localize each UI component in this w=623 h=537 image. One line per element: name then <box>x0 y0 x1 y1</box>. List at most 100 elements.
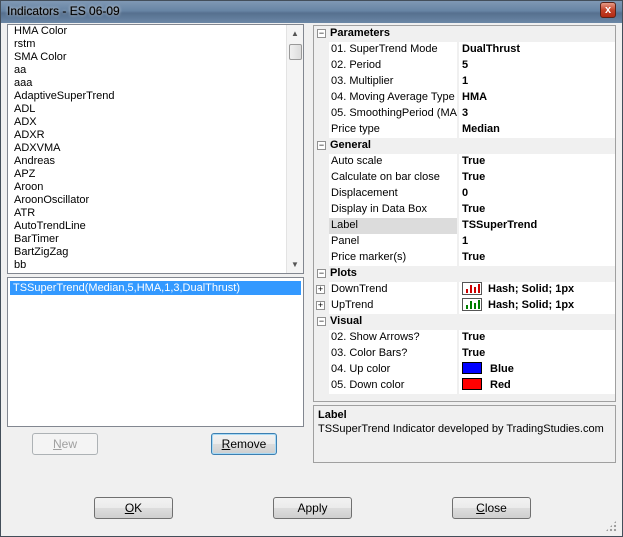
property-row[interactable]: Auto scale True <box>314 154 615 170</box>
property-row[interactable]: + DownTrend Hash; Solid; 1px <box>314 282 615 298</box>
indicator-list-item[interactable]: aaa <box>8 77 286 90</box>
property-value[interactable]: Blue <box>459 362 615 378</box>
apply-button[interactable]: Apply <box>273 497 352 519</box>
property-name[interactable]: Price marker(s) <box>329 250 458 266</box>
close-window-button[interactable]: x <box>600 2 616 18</box>
property-name[interactable]: DownTrend <box>329 282 458 298</box>
property-name[interactable]: Displacement <box>329 186 458 202</box>
property-row[interactable]: 04. Moving Average Type HMA <box>314 90 615 106</box>
property-row[interactable]: 05. SmoothingPeriod (MA 3 <box>314 106 615 122</box>
property-row[interactable]: Displacement 0 <box>314 186 615 202</box>
property-row[interactable]: Calculate on bar close True <box>314 170 615 186</box>
indicator-list-item[interactable]: BarTimer <box>8 233 286 246</box>
property-value[interactable]: 0 <box>459 186 615 202</box>
category-general[interactable]: − General <box>314 138 615 154</box>
ok-button[interactable]: OK <box>94 497 173 519</box>
indicator-list-item[interactable]: rstm <box>8 38 286 51</box>
property-name[interactable]: Label <box>329 218 458 234</box>
property-name[interactable]: Panel <box>329 234 458 250</box>
property-name[interactable]: 04. Moving Average Type <box>329 90 458 106</box>
configured-indicator-item[interactable]: TSSuperTrend(Median,5,HMA,1,3,DualThrust… <box>10 281 301 295</box>
collapse-icon[interactable]: − <box>317 317 326 326</box>
property-value[interactable]: 1 <box>459 74 615 90</box>
property-value[interactable]: Hash; Solid; 1px <box>459 298 615 314</box>
collapse-icon[interactable]: − <box>317 141 326 150</box>
property-value[interactable]: True <box>459 154 615 170</box>
indicator-list-item[interactable]: aa <box>8 64 286 77</box>
property-name[interactable]: 04. Up color <box>329 362 458 378</box>
property-value[interactable]: 3 <box>459 106 615 122</box>
property-row[interactable]: 02. Period 5 <box>314 58 615 74</box>
property-grid[interactable]: − Parameters 01. SuperTrend Mode DualThrust… <box>313 25 616 402</box>
property-value[interactable]: Red <box>459 378 615 394</box>
indicator-list-item[interactable]: ADL <box>8 103 286 116</box>
property-name[interactable]: Calculate on bar close <box>329 170 458 186</box>
property-name[interactable]: 02. Show Arrows? <box>329 330 458 346</box>
property-row[interactable]: 02. Show Arrows? True <box>314 330 615 346</box>
indicator-list-item[interactable]: AdaptiveSuperTrend <box>8 90 286 103</box>
property-name[interactable]: 03. Multiplier <box>329 74 458 90</box>
indicator-list-item[interactable]: AutoTrendLine <box>8 220 286 233</box>
property-name[interactable]: 05. Down color <box>329 378 458 394</box>
property-value[interactable]: True <box>459 170 615 186</box>
property-value[interactable]: Median <box>459 122 615 138</box>
property-row[interactable]: + UpTrend Hash; Solid; 1px <box>314 298 615 314</box>
scroll-down-icon[interactable]: ▼ <box>287 256 303 273</box>
property-name[interactable]: 02. Period <box>329 58 458 74</box>
property-name[interactable]: Display in Data Box <box>329 202 458 218</box>
collapse-icon[interactable]: − <box>317 29 326 38</box>
indicator-list-item[interactable]: ADXR <box>8 129 286 142</box>
indicator-list-item[interactable]: SMA Color <box>8 51 286 64</box>
property-row[interactable]: Label TSSuperTrend <box>314 218 615 234</box>
new-button[interactable]: New <box>32 433 98 455</box>
scroll-thumb[interactable] <box>289 44 302 60</box>
indicator-list-item[interactable]: AroonOscillator <box>8 194 286 207</box>
property-row[interactable]: 03. Color Bars? True <box>314 346 615 362</box>
resize-grip-icon[interactable] <box>605 520 617 532</box>
scroll-up-icon[interactable]: ▲ <box>287 25 303 42</box>
configured-indicators-list[interactable]: TSSuperTrend(Median,5,HMA,1,3,DualThrust… <box>7 277 304 427</box>
property-value[interactable]: TSSuperTrend <box>459 218 615 234</box>
property-value[interactable]: DualThrust <box>459 42 615 58</box>
expand-icon[interactable]: + <box>316 285 325 294</box>
indicator-list-item[interactable]: bb <box>8 259 286 272</box>
property-name[interactable]: 03. Color Bars? <box>329 346 458 362</box>
property-row[interactable]: Price type Median <box>314 122 615 138</box>
available-indicators-list[interactable]: HMA Color rstm SMA Color aa aaa AdaptiveSup… <box>7 24 304 274</box>
property-value[interactable]: 5 <box>459 58 615 74</box>
indicator-list-item[interactable]: APZ <box>8 168 286 181</box>
indicator-list-item[interactable]: BartZigZag <box>8 246 286 259</box>
indicator-list-item[interactable]: ATR <box>8 207 286 220</box>
property-row[interactable]: 01. SuperTrend Mode DualThrust <box>314 42 615 58</box>
property-name[interactable]: 01. SuperTrend Mode <box>329 42 458 58</box>
indicator-list-item[interactable]: Andreas <box>8 155 286 168</box>
property-value[interactable]: Hash; Solid; 1px <box>459 282 615 298</box>
property-value[interactable]: True <box>459 330 615 346</box>
title-bar[interactable]: Indicators - ES 06-09 x <box>1 1 622 23</box>
remove-button[interactable]: Remove <box>211 433 277 455</box>
property-name[interactable]: UpTrend <box>329 298 458 314</box>
collapse-icon[interactable]: − <box>317 269 326 278</box>
category-visual[interactable]: − Visual <box>314 314 615 330</box>
property-row[interactable]: 05. Down color Red <box>314 378 615 394</box>
property-name[interactable]: 05. SmoothingPeriod (MA <box>329 106 458 122</box>
category-parameters[interactable]: − Parameters <box>314 26 615 42</box>
property-name[interactable]: Price type <box>329 122 458 138</box>
expand-icon[interactable]: + <box>316 301 325 310</box>
property-value[interactable]: HMA <box>459 90 615 106</box>
property-row[interactable]: Price marker(s) True <box>314 250 615 266</box>
property-row[interactable]: 03. Multiplier 1 <box>314 74 615 90</box>
category-plots[interactable]: − Plots <box>314 266 615 282</box>
indicator-list-item[interactable]: HMA Color <box>8 25 286 38</box>
indicator-list-item[interactable]: ADX <box>8 116 286 129</box>
property-row[interactable]: Display in Data Box True <box>314 202 615 218</box>
property-value[interactable]: 1 <box>459 234 615 250</box>
indicator-list-item[interactable]: Aroon <box>8 181 286 194</box>
property-name[interactable]: Auto scale <box>329 154 458 170</box>
indicator-list-item[interactable]: ADXVMA <box>8 142 286 155</box>
property-value[interactable]: True <box>459 202 615 218</box>
close-button[interactable]: Close <box>452 497 531 519</box>
property-value[interactable]: True <box>459 250 615 266</box>
indicator-list-scrollbar[interactable]: ▲ ▼ <box>286 25 303 273</box>
property-value[interactable]: True <box>459 346 615 362</box>
